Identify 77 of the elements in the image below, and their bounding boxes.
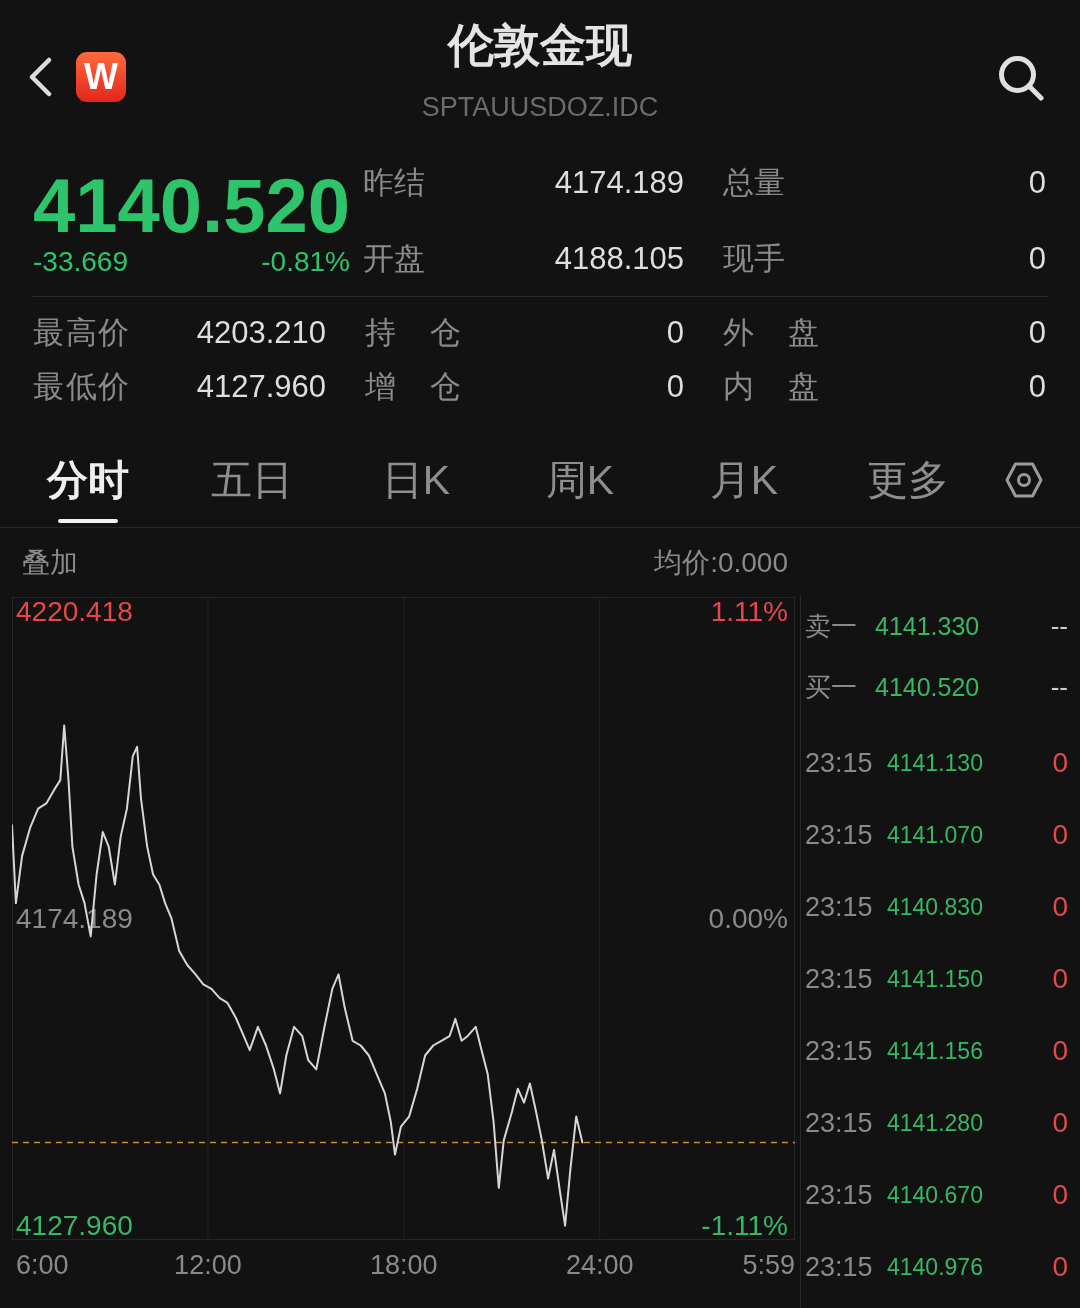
stat-value: 0 [666, 318, 684, 348]
trade-volume: 0 [1052, 963, 1068, 995]
stat-label: 外 盘 [723, 318, 819, 348]
stat-value: 0 [1028, 244, 1046, 274]
chart-tab[interactable]: 日K [377, 455, 455, 523]
stat-label: 最低价 [33, 372, 129, 402]
y-axis-label: 4127.960 [16, 1210, 133, 1242]
trade-volume: 0 [1052, 1035, 1068, 1067]
stat-value: 0 [1028, 372, 1046, 402]
trade-price: 4141.070 [887, 821, 983, 850]
chart-tab[interactable]: 更多 [863, 455, 953, 523]
trade-time: 23:15 [805, 747, 873, 779]
chart-tab[interactable]: 周K [541, 455, 619, 523]
app-logo: W [76, 52, 126, 102]
trade-time: 23:15 [805, 1035, 873, 1067]
trade-time: 23:15 [805, 1179, 873, 1211]
trade-volume: 0 [1052, 1251, 1068, 1283]
symbol-code: SPTAUUSDOZ.IDC [421, 91, 659, 124]
trade-time: 23:15 [805, 963, 873, 995]
stat-label: 最高价 [33, 318, 129, 348]
stat-value: 4174.189 [554, 168, 684, 198]
settings-icon[interactable] [1005, 462, 1043, 498]
percent-axis-label: 1.11% [710, 597, 788, 627]
stat-label: 持 仓 [365, 318, 461, 348]
order-price: 4140.520 [875, 671, 980, 703]
stat-value: 0 [666, 372, 684, 402]
stat-label: 增 仓 [365, 372, 461, 402]
stat-label: 昨结 [363, 168, 425, 198]
trade-volume: 0 [1052, 819, 1068, 851]
trade-price: 4141.130 [887, 749, 983, 778]
trade-volume: 0 [1052, 1179, 1068, 1211]
overlay-toggle[interactable]: 叠加 [22, 545, 78, 580]
trade-time: 23:15 [805, 891, 873, 923]
chart-tab[interactable]: 分时 [43, 455, 133, 523]
search-icon[interactable] [998, 55, 1044, 101]
trade-volume: 0 [1052, 1107, 1068, 1139]
x-axis-label: 18:00 [370, 1250, 438, 1280]
back-icon[interactable] [28, 57, 52, 97]
session-time-label: 6:00 [16, 1250, 69, 1280]
stat-value: 0 [1028, 318, 1046, 348]
trade-price: 4141.150 [887, 965, 983, 994]
trade-price: 4140.830 [887, 893, 983, 922]
change-percent: -0.81% [261, 245, 350, 279]
average-price: 均价:0.000 [654, 545, 788, 580]
trade-time: 23:15 [805, 1107, 873, 1139]
y-axis-label: 4220.418 [16, 597, 133, 627]
price-change: -33.669 [33, 245, 128, 279]
stat-value: 4203.210 [196, 318, 326, 348]
last-price: 4140.520 [33, 168, 350, 244]
percent-axis-label: 0.00% [708, 903, 788, 934]
stat-label: 总量 [723, 168, 785, 198]
trade-price: 4141.280 [887, 1109, 983, 1138]
page-title: 伦敦金现 [448, 18, 632, 72]
trade-volume: 0 [1052, 891, 1068, 923]
x-axis-label: 24:00 [565, 1250, 634, 1280]
x-axis-label: 12:00 [174, 1250, 242, 1280]
stat-label: 开盘 [363, 244, 425, 274]
order-level-label: 卖一 [805, 609, 857, 642]
stat-value: 4127.960 [196, 372, 326, 402]
stat-value: 4188.105 [554, 244, 684, 274]
percent-axis-label: -1.11% [701, 1210, 788, 1242]
chart-tab[interactable]: 月K [705, 455, 783, 523]
order-volume: -- [1050, 670, 1068, 703]
session-time-label: 5:59 [742, 1250, 795, 1280]
trade-price: 4140.976 [887, 1253, 983, 1282]
order-level-label: 买一 [805, 670, 857, 703]
trade-volume: 0 [1052, 747, 1068, 779]
trade-time: 23:15 [805, 819, 873, 851]
trade-time: 23:15 [805, 1251, 873, 1283]
chart-tab[interactable]: 五日 [207, 455, 297, 523]
stat-value: 0 [1028, 168, 1046, 198]
trade-price: 4141.156 [887, 1037, 983, 1066]
order-volume: -- [1050, 609, 1068, 642]
order-price: 4141.330 [875, 610, 980, 642]
stat-label: 现手 [723, 244, 785, 274]
stat-label: 内 盘 [723, 372, 819, 402]
trade-price: 4140.670 [887, 1181, 983, 1210]
